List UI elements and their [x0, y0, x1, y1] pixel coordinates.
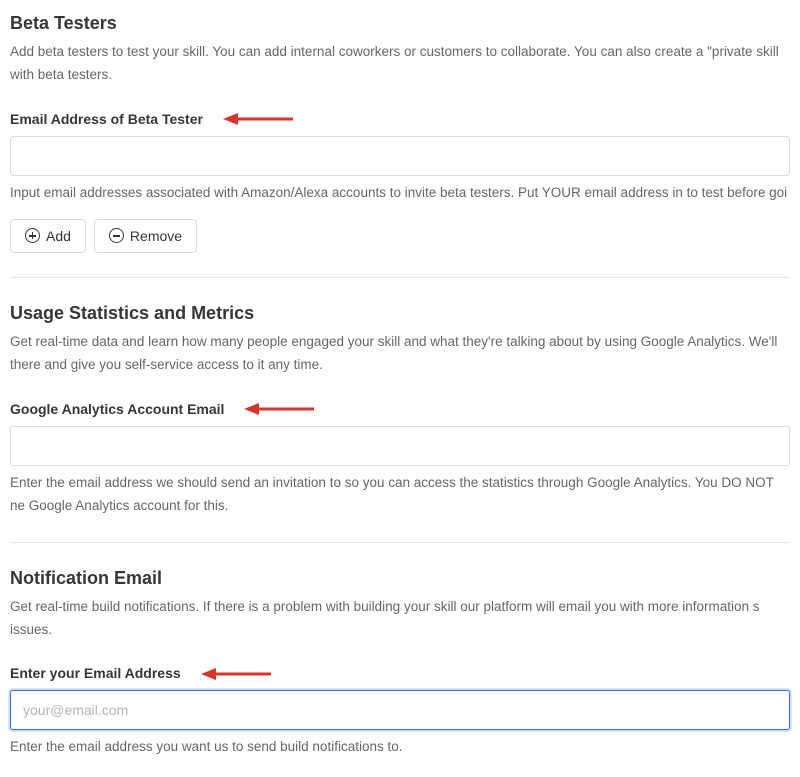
analytics-email-input[interactable] [10, 426, 790, 466]
notification-email-section: Notification Email Get real-time build n… [10, 565, 790, 760]
notification-email-heading: Notification Email [10, 565, 790, 592]
divider [10, 542, 790, 543]
notification-email-help: Enter the email address you want us to s… [10, 736, 790, 759]
usage-statistics-heading: Usage Statistics and Metrics [10, 300, 790, 327]
notification-email-label-row: Enter your Email Address [10, 663, 790, 684]
remove-button[interactable]: Remove [94, 219, 197, 253]
usage-statistics-section: Usage Statistics and Metrics Get real-ti… [10, 300, 790, 518]
beta-button-row: Add Remove [10, 219, 790, 253]
plus-circle-icon [25, 228, 40, 243]
notification-email-description: Get real-time build notifications. If th… [10, 596, 790, 642]
beta-testers-description: Add beta testers to test your skill. You… [10, 41, 790, 87]
analytics-email-label: Google Analytics Account Email [10, 399, 224, 420]
beta-email-help: Input email addresses associated with Am… [10, 182, 790, 205]
remove-button-label: Remove [130, 228, 182, 244]
analytics-email-help: Enter the email address we should send a… [10, 472, 790, 518]
add-button-label: Add [46, 228, 71, 244]
annotation-arrow-icon [223, 111, 293, 127]
beta-email-label-row: Email Address of Beta Tester [10, 109, 790, 130]
annotation-arrow-icon [244, 401, 314, 417]
beta-email-input[interactable] [10, 136, 790, 176]
analytics-email-label-row: Google Analytics Account Email [10, 399, 790, 420]
beta-email-label: Email Address of Beta Tester [10, 109, 203, 130]
usage-statistics-description: Get real-time data and learn how many pe… [10, 331, 790, 377]
notification-email-label: Enter your Email Address [10, 663, 181, 684]
beta-testers-section: Beta Testers Add beta testers to test yo… [10, 10, 790, 253]
beta-testers-heading: Beta Testers [10, 10, 790, 37]
add-button[interactable]: Add [10, 219, 86, 253]
notification-email-input[interactable] [10, 690, 790, 730]
annotation-arrow-icon [201, 666, 271, 682]
minus-circle-icon [109, 228, 124, 243]
divider [10, 277, 790, 278]
